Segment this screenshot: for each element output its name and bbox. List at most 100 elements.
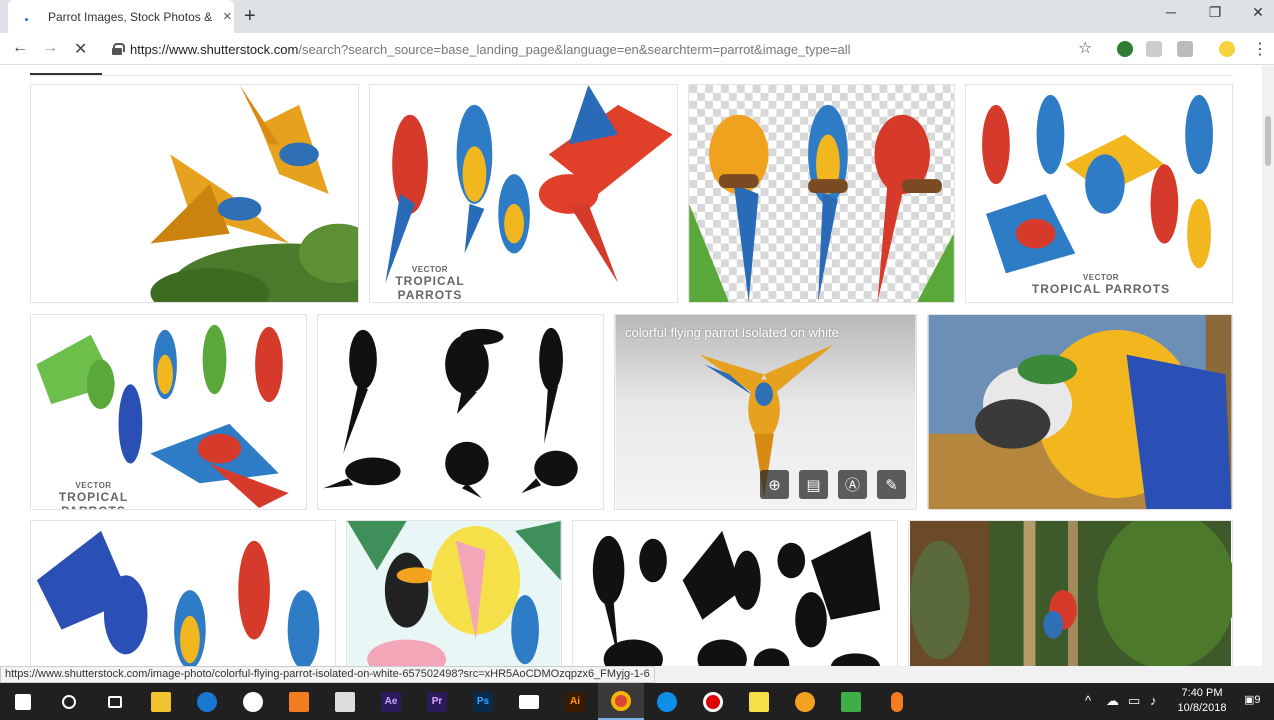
tab-active[interactable]: Parrot Images, Stock Photos & Vectors | …	[8, 0, 234, 33]
onedrive-icon[interactable]: ☁	[1106, 693, 1119, 709]
result-image-tropical-parrots-3[interactable]: VECTOR TROPICAL PARROTS	[30, 314, 307, 510]
microphone-button[interactable]	[874, 683, 920, 720]
menu-icon[interactable]: ⋮	[1252, 39, 1268, 59]
extension-star-icon[interactable]	[1219, 41, 1235, 57]
photoshop-button[interactable]: Ps	[460, 683, 506, 720]
result-image-macaws-illustration[interactable]	[30, 520, 336, 666]
loading-icon	[22, 11, 34, 23]
flying-macaws-image	[31, 85, 358, 302]
divider	[30, 75, 1233, 76]
task-view-button[interactable]	[92, 683, 138, 720]
teamviewer-button[interactable]	[644, 683, 690, 720]
extension-globe-icon[interactable]	[1117, 41, 1133, 57]
illustrator-icon: Ai	[565, 691, 585, 712]
notification-center-icon[interactable]: ▣9	[1244, 693, 1261, 706]
maximize-button[interactable]: ❐	[1200, 4, 1230, 21]
vertical-scrollbar[interactable]	[1262, 66, 1274, 666]
media-icon	[289, 691, 309, 712]
media-player-button[interactable]	[276, 683, 322, 720]
result-image-parrot-silhouettes[interactable]	[572, 520, 898, 666]
sticky-notes-button[interactable]	[736, 683, 782, 720]
result-image-tropical-parrots-2[interactable]: VECTOR TROPICAL PARROTS	[965, 84, 1233, 303]
scroll-thumb[interactable]	[1265, 116, 1271, 166]
tray-expand-icon[interactable]: ^	[1085, 693, 1091, 708]
image-action-bar: ⊕ ▤ Ⓐ ✎	[760, 470, 906, 499]
file-explorer-button[interactable]	[138, 683, 184, 720]
result-image-flying-macaws[interactable]	[30, 84, 359, 303]
result-image-tropical-pattern[interactable]	[346, 520, 562, 666]
windows-logo-icon	[15, 693, 31, 710]
start-button[interactable]	[0, 683, 46, 720]
edit-image-icon[interactable]: ✎	[877, 470, 906, 499]
emoji-app-button[interactable]	[782, 683, 828, 720]
result-image-macaws-transparent[interactable]	[688, 84, 955, 303]
result-image-tropical-parrots-1[interactable]: VECTOR TROPICAL PARROTS	[369, 84, 678, 303]
result-image-bird-silhouettes[interactable]	[317, 314, 604, 510]
extension-fb-icon[interactable]	[1177, 41, 1193, 57]
stop-loading-button[interactable]: ✕	[74, 39, 87, 59]
browser-toolbar: ← → ✕ https://www.shutterstock.com/searc…	[0, 33, 1274, 65]
premiere-button[interactable]: Pr	[414, 683, 460, 720]
close-window-button[interactable]: ✕	[1243, 4, 1273, 21]
windows-taskbar: Ae Pr Ps Ai ^ ☁ ▭ ♪ 7:40 PM 10/8/2018 ▣9	[0, 683, 1274, 720]
network-icon[interactable]: ▭	[1128, 693, 1140, 709]
microphone-icon	[891, 691, 903, 712]
tab-close-icon[interactable]: ×	[223, 8, 232, 25]
cortana-icon	[62, 694, 76, 709]
result-image-macaw-closeup[interactable]	[927, 314, 1233, 510]
folder-icon	[151, 691, 171, 712]
tab-title: Parrot Images, Stock Photos & Vectors | …	[48, 9, 213, 24]
tile-caption: VECTOR TROPICAL PARROTS	[1031, 273, 1171, 296]
camtasia-button[interactable]	[828, 683, 874, 720]
camtasia-icon	[841, 691, 861, 712]
clock-date: 10/8/2018	[1177, 702, 1227, 714]
tropical-parrots-illustration	[31, 315, 306, 509]
mail-icon	[519, 694, 539, 709]
minimize-button[interactable]: ─	[1156, 4, 1186, 20]
after-effects-icon: Ae	[381, 691, 401, 712]
extension-pdf-icon[interactable]	[1146, 41, 1162, 57]
new-tab-button[interactable]: +	[244, 5, 256, 28]
emoji-icon	[795, 691, 815, 712]
add-to-lightbox-icon[interactable]: ⊕	[760, 470, 789, 499]
teamviewer-icon	[657, 691, 677, 712]
mail-button[interactable]	[506, 683, 552, 720]
tab-strip: Parrot Images, Stock Photos & Vectors | …	[0, 0, 1274, 33]
tile-caption: VECTOR TROPICAL PARROTS	[395, 265, 465, 302]
record-icon	[703, 691, 723, 712]
cortana-button[interactable]	[46, 683, 92, 720]
address-bar[interactable]: https://www.shutterstock.com/search?sear…	[104, 36, 1100, 62]
photoshop-icon: Ps	[473, 691, 493, 712]
macaws-illustration	[31, 521, 335, 666]
store-button[interactable]	[322, 683, 368, 720]
tropical-parrots-illustration	[966, 85, 1232, 302]
notification-count: 9	[1254, 694, 1261, 706]
recorder-button[interactable]	[690, 683, 736, 720]
volume-icon[interactable]: ♪	[1150, 693, 1157, 708]
forward-button[interactable]: →	[42, 39, 58, 57]
after-effects-button[interactable]: Ae	[368, 683, 414, 720]
premiere-icon: Pr	[427, 691, 447, 712]
back-button[interactable]: ←	[12, 39, 28, 57]
task-view-icon	[108, 695, 122, 708]
edge-button[interactable]	[184, 683, 230, 720]
similar-images-icon[interactable]: Ⓐ	[838, 470, 867, 499]
illustrator-button[interactable]: Ai	[552, 683, 598, 720]
url-text: https://www.shutterstock.com/search?sear…	[130, 41, 851, 57]
system-clock[interactable]: 7:40 PM 10/8/2018	[1172, 686, 1232, 716]
clock-time: 7:40 PM	[1181, 687, 1223, 699]
search-results: VECTOR TROPICAL PARROTS VECTOR TROPICAL …	[0, 66, 1262, 666]
result-image-flying-parrot-hovered[interactable]: colorful flying parrot isolated on white…	[614, 314, 917, 510]
macaws-transparent-image	[689, 85, 954, 302]
status-bar-url: https://www.shutterstock.com/image-photo…	[0, 666, 655, 683]
lock-icon	[112, 43, 125, 55]
chrome-icon	[611, 690, 631, 711]
lightbox-icon[interactable]: ▤	[799, 470, 828, 499]
notes-icon	[749, 691, 769, 712]
macaw-closeup-image	[928, 315, 1232, 509]
xbox-button[interactable]	[230, 683, 276, 720]
bookmark-star-icon[interactable]: ☆	[1078, 38, 1092, 58]
chrome-button[interactable]	[598, 683, 644, 720]
result-image-macaw-forest[interactable]	[908, 520, 1233, 666]
edge-icon	[197, 691, 217, 712]
